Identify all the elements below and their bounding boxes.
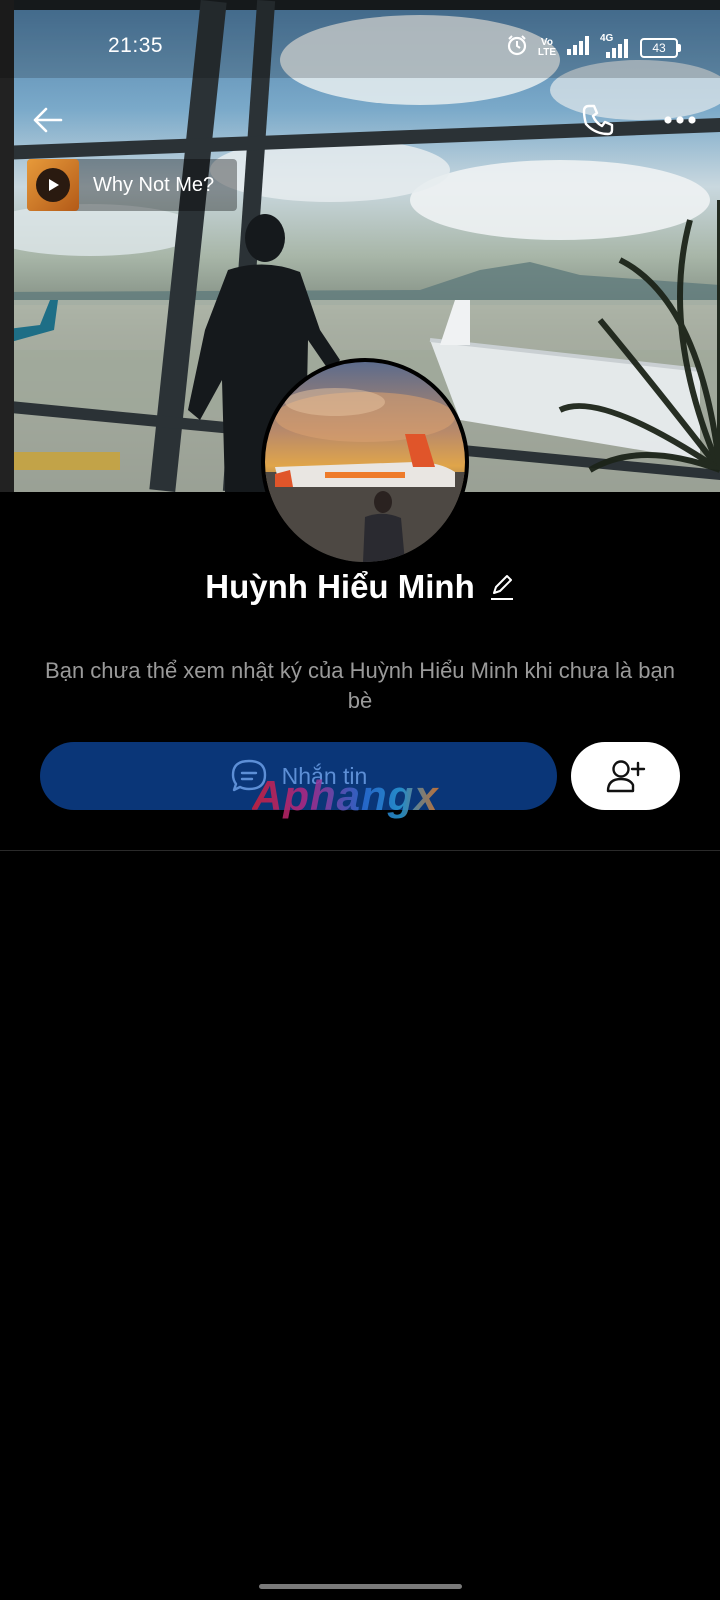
message-button[interactable]: Nhắn tin bbox=[40, 742, 557, 810]
volte-icon: Vo LTE bbox=[537, 36, 556, 58]
divider bbox=[0, 850, 720, 851]
back-arrow-icon bbox=[33, 107, 63, 133]
battery-icon: 43 bbox=[640, 37, 681, 58]
music-title: Why Not Me? bbox=[93, 173, 215, 196]
status-icons: Vo LTE 4G 43 bbox=[506, 33, 681, 61]
home-indicator[interactable] bbox=[259, 1584, 462, 1589]
status-time: 21:35 bbox=[108, 34, 164, 57]
network-type-label: 4G bbox=[600, 32, 614, 44]
pencil-icon bbox=[490, 575, 513, 600]
profile-name-row: Huỳnh Hiểu Minh bbox=[0, 568, 720, 606]
add-friend-icon bbox=[606, 760, 645, 793]
signal-icon bbox=[566, 35, 590, 60]
back-button[interactable] bbox=[20, 96, 76, 144]
chat-icon bbox=[231, 759, 266, 792]
play-button[interactable] bbox=[36, 168, 70, 202]
more-dots-icon bbox=[664, 116, 696, 124]
call-button[interactable] bbox=[570, 96, 626, 144]
music-album-art bbox=[27, 159, 79, 211]
profile-screen: 21:35 Vo LTE 4G 43 Why Not Me? Huỳnh Hiể… bbox=[0, 0, 720, 1600]
volte-label: Vo bbox=[540, 36, 553, 48]
add-friend-button[interactable] bbox=[571, 742, 680, 810]
more-options-button[interactable] bbox=[652, 96, 708, 144]
status-bar: 21:35 Vo LTE 4G 43 bbox=[0, 0, 720, 78]
play-icon bbox=[49, 179, 59, 191]
profile-name: Huỳnh Hiểu Minh bbox=[205, 568, 475, 605]
lte-label: LTE bbox=[537, 46, 556, 58]
privacy-message: Bạn chưa thể xem nhật ký của Huỳnh Hiểu … bbox=[45, 658, 675, 713]
edit-name-button[interactable] bbox=[489, 573, 515, 601]
avatar-photo bbox=[265, 388, 465, 562]
avatar[interactable] bbox=[261, 358, 469, 566]
profile-music-chip[interactable]: Why Not Me? bbox=[27, 159, 237, 211]
message-button-label: Nhắn tin bbox=[281, 762, 368, 789]
alarm-icon bbox=[506, 34, 528, 61]
phone-icon bbox=[582, 104, 614, 136]
signal-4g-icon: 4G bbox=[600, 33, 630, 58]
